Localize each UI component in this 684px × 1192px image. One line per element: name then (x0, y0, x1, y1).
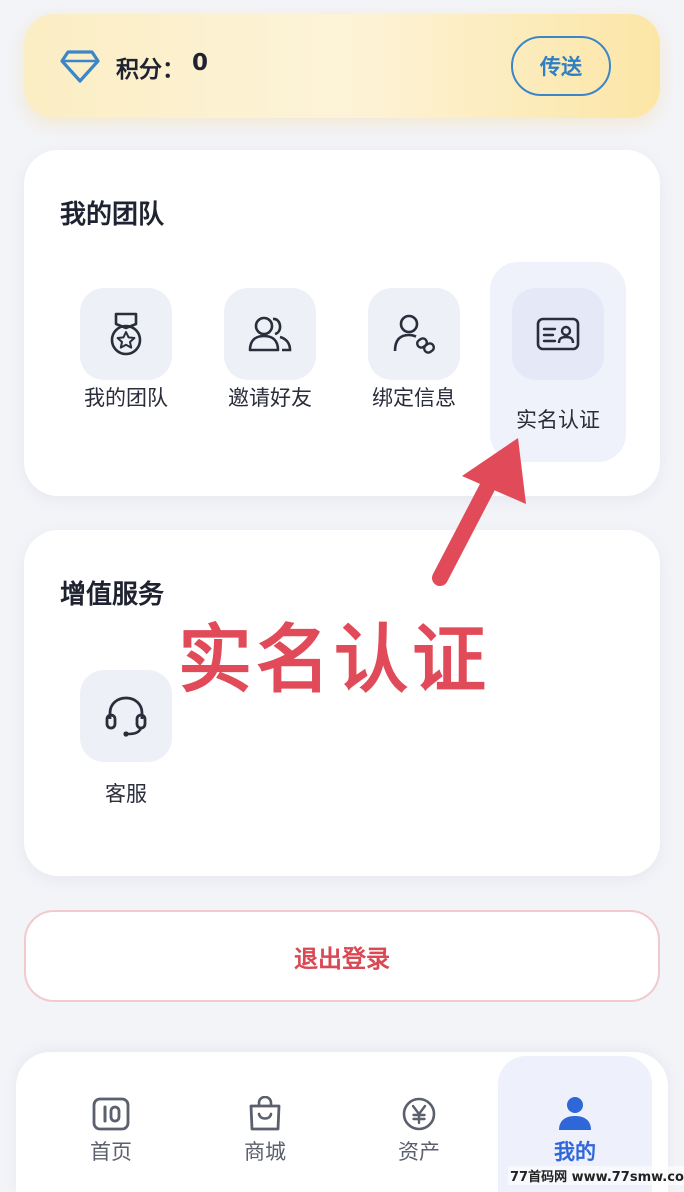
team-card: 我的团队 我的团队 邀请好友 绑定信息 实名认证 (24, 150, 660, 496)
service-item-customer-service[interactable]: 客服 (61, 660, 191, 820)
watermark: 77首码网 www.77smw.com (508, 1166, 684, 1185)
yuan-icon (402, 1097, 436, 1131)
user-link-icon (368, 288, 460, 380)
headset-icon (80, 670, 172, 762)
annotation-label: 实名认证 (178, 617, 490, 703)
users-icon (224, 288, 316, 380)
nav-label: 我的 (554, 1140, 596, 1164)
team-item-my-team[interactable]: 我的团队 (61, 278, 191, 438)
id-card-icon (512, 288, 604, 380)
nav-label: 资产 (398, 1140, 440, 1164)
team-item-label: 邀请好友 (228, 386, 312, 410)
team-item-label: 绑定信息 (372, 386, 456, 410)
send-button[interactable]: 传送 (511, 36, 611, 96)
person-icon (559, 1097, 591, 1130)
page: 积分： 0 传送 我的团队 我的团队 邀请好友 绑定信息 实名认证 增值服务 客… (0, 0, 684, 1192)
points-card: 积分： 0 传送 (24, 14, 660, 118)
team-item-label: 我的团队 (84, 386, 168, 410)
points-label: 积分： (116, 57, 185, 83)
shopping-bag-icon (249, 1096, 281, 1131)
nav-item-assets[interactable]: 资产 (342, 1056, 496, 1192)
medal-icon (80, 288, 172, 380)
points-value: 0 (192, 50, 209, 76)
home-icon (92, 1097, 130, 1131)
team-item-invite[interactable]: 邀请好友 (205, 278, 335, 438)
nav-item-home[interactable]: 首页 (34, 1056, 188, 1192)
nav-item-mall[interactable]: 商城 (188, 1056, 342, 1192)
logout-button[interactable]: 退出登录 (24, 910, 660, 1002)
team-item-bind-info[interactable]: 绑定信息 (349, 278, 479, 438)
team-section-title: 我的团队 (60, 200, 165, 230)
nav-label: 商城 (244, 1140, 286, 1164)
annotation-arrow-icon (432, 438, 526, 586)
services-section-title: 增值服务 (60, 580, 165, 610)
service-item-label: 客服 (105, 782, 147, 806)
diamond-icon (60, 50, 100, 83)
nav-label: 首页 (90, 1140, 132, 1164)
